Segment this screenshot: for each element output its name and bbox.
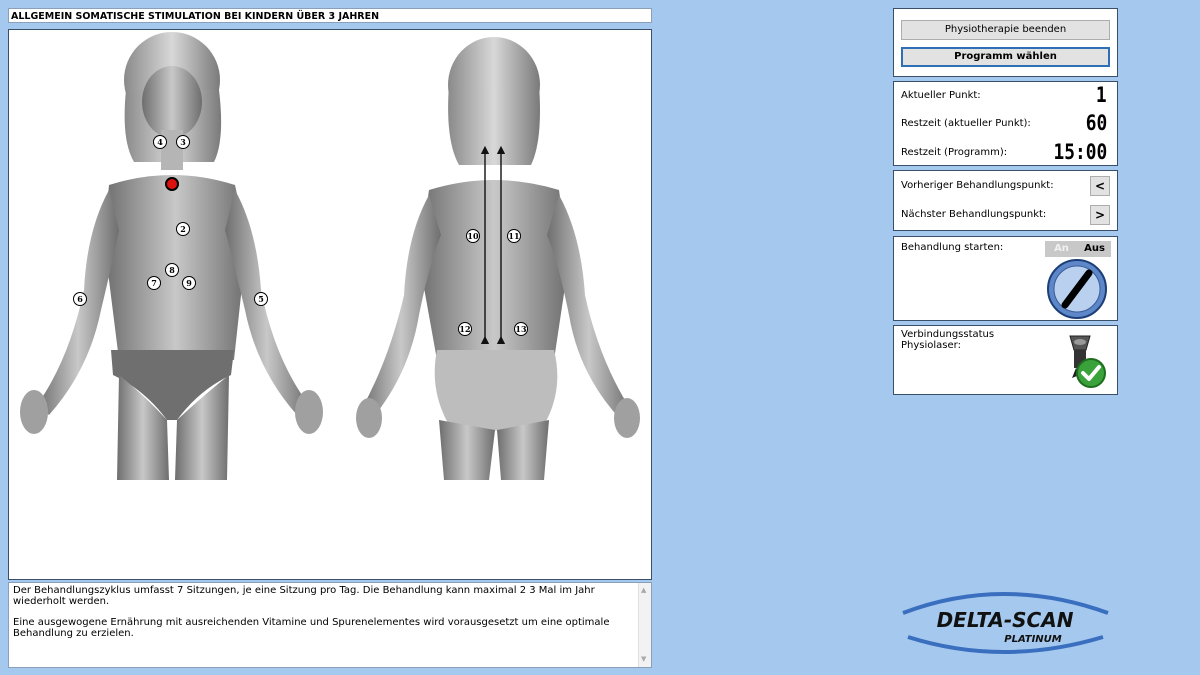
- on-off-toggle[interactable]: An Aus: [1045, 241, 1111, 257]
- treatment-point[interactable]: 2: [176, 222, 190, 236]
- treatment-point[interactable]: 11: [507, 229, 521, 243]
- prev-point-label: Vorheriger Behandlungspunkt:: [901, 180, 1054, 191]
- choose-program-button[interactable]: Programm wählen: [901, 47, 1110, 67]
- treatment-point[interactable]: 8: [165, 263, 179, 277]
- treatment-point[interactable]: 6: [73, 292, 87, 306]
- body-figure-illustration: [20, 32, 640, 480]
- body-map-panel: 4 3 2 8 7 9 6 5 10 11 12 13: [8, 29, 652, 580]
- treatment-point[interactable]: 10: [466, 229, 480, 243]
- remaining-program-label: Restzeit (Programm):: [901, 147, 1008, 158]
- connection-label: Verbindungsstatus Physiolaser:: [901, 329, 995, 351]
- front-figure: [20, 32, 323, 480]
- back-figure: [356, 37, 640, 480]
- toggle-on-label[interactable]: An: [1045, 241, 1078, 257]
- rotary-knob-icon[interactable]: [1047, 259, 1107, 319]
- current-point-display: 1: [1096, 83, 1107, 107]
- status-box: Aktueller Punkt: 1 Restzeit (aktueller P…: [893, 81, 1118, 166]
- connection-status-box: Verbindungsstatus Physiolaser:: [893, 325, 1118, 395]
- program-title: ALLGEMEIN SOMATISCHE STIMULATION BEI KIN…: [8, 8, 652, 23]
- toggle-off-label[interactable]: Aus: [1078, 241, 1111, 257]
- brand-name: DELTA-SCAN: [937, 608, 1074, 632]
- remaining-program-display: 15:00: [1053, 140, 1107, 164]
- description-text-area[interactable]: Der Behandlungszyklus umfasst 7 Sitzunge…: [8, 582, 652, 668]
- treatment-point-active[interactable]: [165, 177, 179, 191]
- description-scrollbar[interactable]: ▲ ▼: [638, 583, 651, 667]
- description-paragraph: Eine ausgewogene Ernährung mit ausreiche…: [13, 617, 610, 639]
- delta-scan-logo: DELTA-SCAN PLATINUM: [902, 592, 1109, 654]
- remaining-point-display: 60: [1085, 111, 1107, 135]
- treatment-point[interactable]: 4: [153, 135, 167, 149]
- program-control-box: Physiotherapie beenden Programm wählen: [893, 8, 1118, 77]
- brand-sub: PLATINUM: [1004, 634, 1062, 645]
- description-paragraph: Der Behandlungszyklus umfasst 7 Sitzunge…: [13, 585, 595, 607]
- treatment-start-label: Behandlung starten:: [901, 242, 1004, 253]
- treatment-point[interactable]: 5: [254, 292, 268, 306]
- current-point-label: Aktueller Punkt:: [901, 90, 981, 101]
- treatment-point[interactable]: 9: [182, 276, 196, 290]
- next-point-label: Nächster Behandlungspunkt:: [901, 209, 1047, 220]
- treatment-point[interactable]: 12: [458, 322, 472, 336]
- check-icon: [1076, 358, 1106, 388]
- prev-point-button[interactable]: <: [1090, 176, 1110, 196]
- treatment-point[interactable]: 3: [176, 135, 190, 149]
- treatment-point[interactable]: 13: [514, 322, 528, 336]
- next-point-button[interactable]: >: [1090, 205, 1110, 225]
- navigation-box: Vorheriger Behandlungspunkt: < Nächster …: [893, 170, 1118, 231]
- treatment-start-box: Behandlung starten: An Aus: [893, 236, 1118, 321]
- remaining-point-label: Restzeit (aktueller Punkt):: [901, 118, 1031, 129]
- scroll-down-icon[interactable]: ▼: [641, 654, 646, 665]
- treatment-point[interactable]: 7: [147, 276, 161, 290]
- end-physiotherapy-button[interactable]: Physiotherapie beenden: [901, 20, 1110, 40]
- scroll-up-icon[interactable]: ▲: [641, 585, 646, 596]
